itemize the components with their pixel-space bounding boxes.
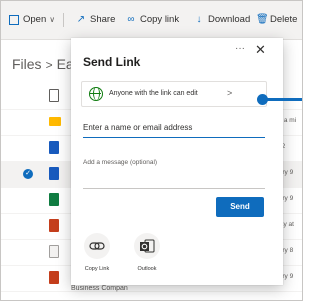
close-icon[interactable]: ✕ [255,42,266,58]
trash-icon: 🗑 [256,13,269,25]
toolbar-divider [63,13,64,27]
outlook-icon [134,233,160,259]
send-button[interactable]: Send [216,197,264,217]
folder-icon [49,117,61,126]
link-permission-button[interactable]: Anyone with the link can edit > [81,81,267,107]
link-icon [84,233,110,259]
image-file-icon [49,245,59,258]
copy-link-button[interactable]: ∞ Copy link [126,14,179,25]
pdf-file-icon [49,271,59,284]
onedrive-window: Open ∨ ↗ Share ∞ Copy link ↓ Download 🗑 … [0,0,303,301]
open-button[interactable]: Open ∨ [9,14,55,25]
link-permission-label: Anyone with the link can edit [109,90,198,97]
dialog-title: Send Link [83,55,141,69]
download-icon: ↓ [196,13,202,25]
word-file-icon [49,141,59,154]
open-icon [9,14,19,25]
globe-icon [89,87,103,101]
copy-link-option-label: Copy Link [84,266,110,272]
open-label: Open [23,14,47,25]
command-bar: Open ∨ ↗ Share ∞ Copy link ↓ Download 🗑 … [1,1,302,40]
chevron-right-icon: > [45,58,53,72]
share-label: Share [90,14,116,25]
share-button[interactable]: ↗ Share [76,13,116,25]
breadcrumb: Files > Ea [12,56,74,72]
powerpoint-file-icon [49,219,59,232]
checkmark-icon[interactable]: ✓ [23,169,33,179]
breadcrumb-files[interactable]: Files [12,56,42,72]
delete-label: Delete [270,14,298,25]
copy-link-label: Copy link [140,14,180,25]
row-name: Business Compan [71,285,128,292]
file-type-icon [49,89,59,102]
delete-button[interactable]: 🗑 Delete [256,14,297,25]
excel-file-icon [49,193,59,206]
recipient-input[interactable]: Enter a name or email address [83,123,265,138]
share-icon: ↗ [76,13,86,25]
word-file-icon [49,167,59,180]
message-input[interactable]: Add a message (optional) [83,159,157,166]
copy-link-option[interactable]: Copy Link [77,233,117,272]
outlook-option-label: Outlook [137,266,157,272]
message-underline [83,188,265,189]
chevron-right-icon: > [227,88,233,98]
send-link-dialog: Send Link ··· ✕ Anyone with the link can… [71,38,283,285]
outlook-option[interactable]: Outlook [127,233,167,272]
chevron-down-icon: ∨ [49,15,56,24]
link-icon: ∞ [127,13,135,25]
download-label: Download [208,14,251,25]
callout-dot [257,94,268,105]
more-options-icon[interactable]: ··· [235,43,245,54]
download-button[interactable]: ↓ Download [194,13,251,25]
callout-line [266,98,302,101]
